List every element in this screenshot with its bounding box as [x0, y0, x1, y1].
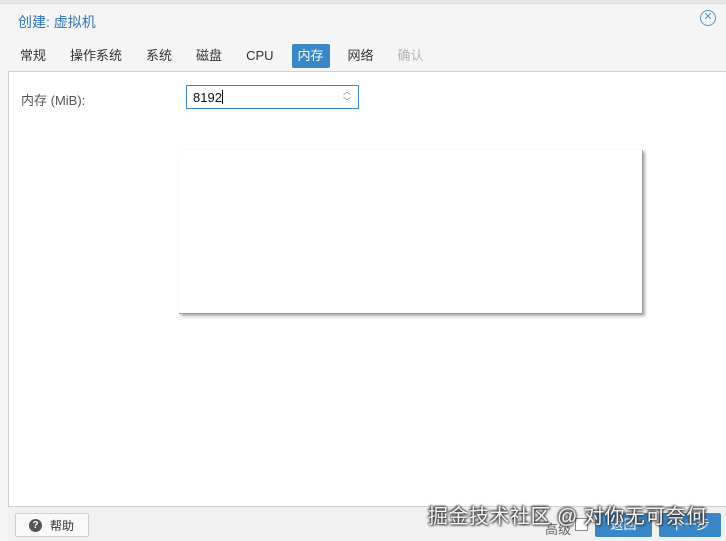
tab-cpu[interactable]: CPU: [240, 44, 279, 68]
wizard-tabs: 常规 操作系统 系统 磁盘 CPU 内存 网络 确认: [14, 44, 442, 68]
dialog-titlebar: 创建: 虚拟机: [0, 4, 726, 40]
create-vm-dialog: 创建: 虚拟机 ✕ 常规 操作系统 系统 磁盘 CPU 内存 网络 确认 内存 …: [0, 0, 726, 541]
tab-general[interactable]: 常规: [14, 44, 52, 68]
question-circle-icon: ?: [29, 518, 42, 532]
tab-os[interactable]: 操作系统: [64, 44, 128, 68]
help-button[interactable]: ? 帮助: [15, 513, 89, 537]
memory-value: 8192: [193, 90, 222, 105]
chevron-up-icon[interactable]: ︿: [343, 87, 353, 97]
watermark-text: 掘金技术社区 @ 对你无可奈何: [428, 506, 707, 528]
memory-spinner[interactable]: ︿ ﹀: [343, 87, 353, 107]
tab-disks[interactable]: 磁盘: [190, 44, 228, 68]
tab-system[interactable]: 系统: [140, 44, 178, 68]
chevron-down-icon[interactable]: ﹀: [343, 97, 353, 107]
tab-confirm: 确认: [397, 48, 424, 63]
memory-label: 内存 (MiB):: [21, 93, 86, 108]
tab-memory[interactable]: 内存: [291, 44, 330, 68]
empty-dropdown-popup: [179, 150, 643, 314]
memory-panel: 内存 (MiB): 8192 ︿ ﹀: [8, 72, 726, 506]
dialog-title: 创建: 虚拟机: [18, 14, 96, 30]
close-icon[interactable]: ✕: [700, 10, 716, 26]
memory-input[interactable]: 8192 ︿ ﹀: [186, 85, 359, 109]
tab-network[interactable]: 网络: [342, 44, 380, 68]
help-label: 帮助: [50, 518, 75, 533]
text-caret: [221, 90, 223, 104]
